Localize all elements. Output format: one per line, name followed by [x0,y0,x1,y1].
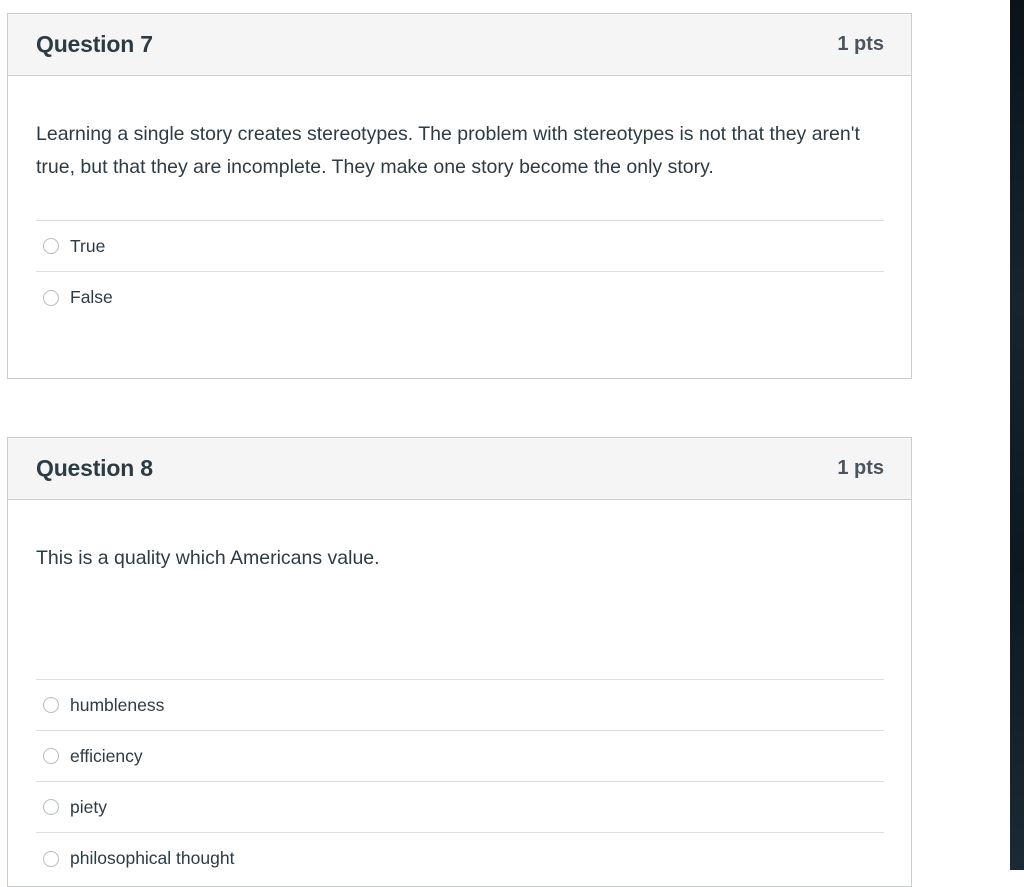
question-text: This is a quality which Americans value. [36,547,380,569]
question-header: Question 7 1 pts [8,14,911,76]
question-8-card: Question 8 1 pts This is a quality which… [7,437,912,887]
question-title: Question 8 [36,455,153,481]
radio-button-icon[interactable] [43,799,59,815]
answer-option-false[interactable]: False [36,272,884,323]
question-title: Question 7 [36,31,153,57]
answer-label: False [70,287,113,307]
radio-button-icon[interactable] [43,748,59,764]
radio-button-icon[interactable] [43,697,59,713]
answer-label: piety [70,796,107,817]
answer-option-philosophical-thought[interactable]: philosophical thought [36,833,884,884]
question-points: 1 pts [837,33,884,55]
answer-label: philosophical thought [70,848,235,868]
answer-option-humbleness[interactable]: humbleness [36,680,884,731]
radio-button-icon[interactable] [43,850,59,867]
answer-list: humbleness efficiency piety philosophica… [36,679,884,884]
question-header: Question 8 1 pts [8,438,911,500]
answer-option-piety[interactable]: piety [36,782,884,833]
answer-option-true[interactable]: True [36,221,884,272]
radio-button-icon[interactable] [43,238,59,254]
question-points: 1 pts [837,457,884,479]
answer-option-efficiency[interactable]: efficiency [36,731,884,782]
question-7-card: Question 7 1 pts Learning a single story… [7,13,912,379]
answer-label: True [70,235,106,256]
question-body: Learning a single story creates stereoty… [8,76,911,323]
answer-list: True False [36,220,884,323]
question-text: Learning a single story creates stereoty… [36,123,860,178]
radio-button-icon[interactable] [43,289,59,306]
answer-label: humbleness [70,694,165,715]
question-body: This is a quality which Americans value.… [8,500,911,884]
background-edge [1010,0,1024,870]
answer-label: efficiency [70,745,143,766]
